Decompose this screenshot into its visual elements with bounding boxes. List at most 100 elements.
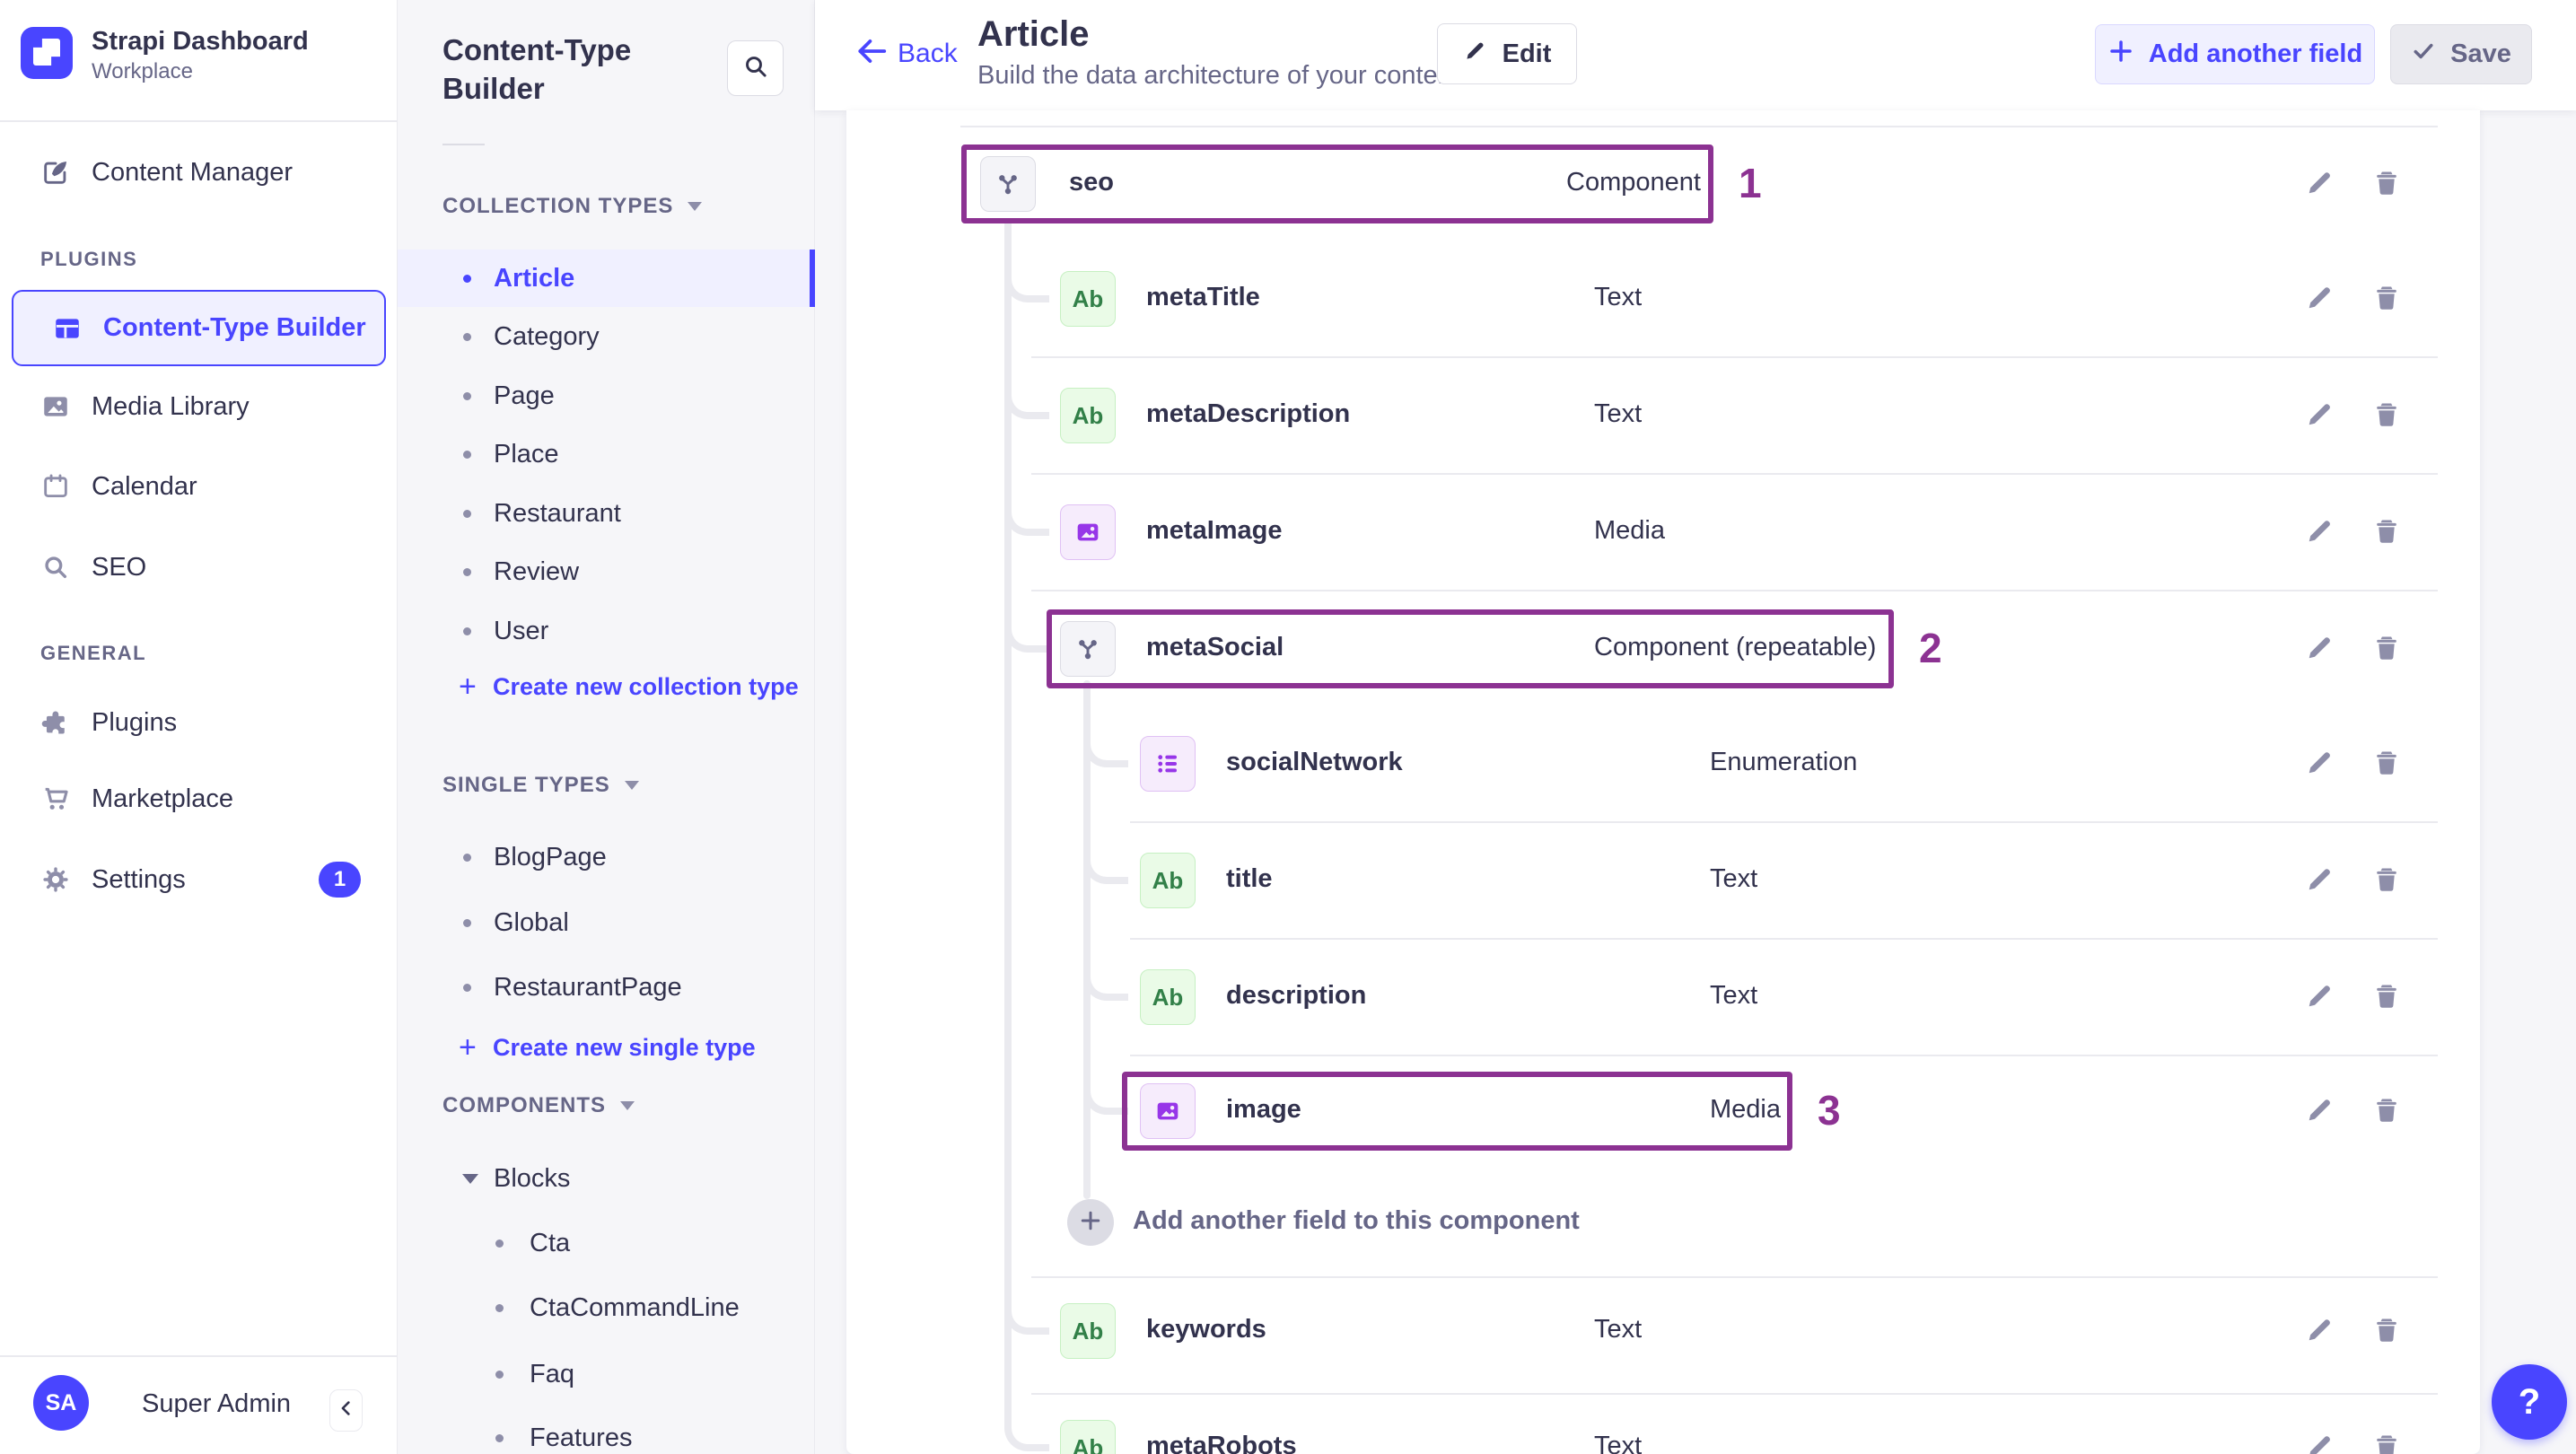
text-field-icon-glyph: Ab: [1072, 1317, 1104, 1345]
components-header[interactable]: COMPONENTS: [442, 1093, 635, 1118]
sidebar-item-content-type-builder[interactable]: Content-Type Builder: [12, 290, 386, 366]
edit-field-button[interactable]: [2302, 631, 2338, 667]
edit-field-button[interactable]: [2302, 281, 2338, 317]
create-new-collection-type-link[interactable]: + Create new collection type: [398, 660, 815, 714]
delete-field-button[interactable]: [2369, 863, 2405, 898]
text-field-icon-glyph: Ab: [1152, 983, 1184, 1011]
component-group-blocks[interactable]: Blocks: [398, 1150, 815, 1207]
bullet-icon: [463, 567, 471, 576]
delete-field-button[interactable]: [2369, 281, 2405, 317]
bullet-icon: [495, 1370, 504, 1379]
sidebar-item-review[interactable]: Review: [398, 543, 815, 600]
help-button[interactable]: ?: [2492, 1364, 2567, 1440]
delete-field-button[interactable]: [2369, 979, 2405, 1015]
text-field-icon-glyph: Ab: [1072, 1433, 1104, 1454]
single-types-header[interactable]: SINGLE TYPES: [442, 773, 639, 798]
collection-types-header[interactable]: COLLECTION TYPES: [442, 194, 703, 219]
trash-icon: [2370, 1430, 2403, 1454]
tree-connector-elbow: [1004, 1403, 1049, 1451]
chevron-down-icon: [688, 202, 703, 211]
tree-connector-elbow: [1004, 604, 1049, 653]
delete-field-button[interactable]: [2369, 631, 2405, 667]
delete-field-button[interactable]: [2369, 746, 2405, 782]
field-type: Media: [1594, 516, 1665, 545]
pencil-icon: [2304, 746, 2336, 783]
main-sidebar: Strapi Dashboard Workplace Content Manag…: [0, 0, 398, 1454]
settings-notification-badge: 1: [319, 862, 361, 898]
delete-field-button[interactable]: [2369, 1313, 2405, 1349]
edit-field-button[interactable]: [2302, 746, 2338, 782]
sidebar-item-calendar[interactable]: Calendar: [0, 456, 398, 517]
user-name: Super Admin: [142, 1389, 292, 1418]
delete-field-button[interactable]: [2369, 398, 2405, 434]
sidebar-item-blogpage[interactable]: BlogPage: [398, 828, 815, 886]
trash-icon: [2370, 746, 2403, 783]
annotation-box-3: [1122, 1072, 1792, 1151]
delete-field-button[interactable]: [2369, 1093, 2405, 1129]
sidebar-item-media-library[interactable]: Media Library: [0, 376, 398, 437]
sidebar-item-faq[interactable]: Faq: [398, 1345, 815, 1403]
ctb-title-divider: [442, 144, 485, 145]
sidebar-item-restaurant[interactable]: Restaurant: [398, 485, 815, 542]
sidebar-item-article[interactable]: Article: [398, 250, 815, 307]
pencil-icon: [2304, 1093, 2336, 1130]
edit-field-button[interactable]: [2302, 1430, 2338, 1454]
back-button[interactable]: Back: [854, 34, 958, 73]
text-field-icon: Ab: [1060, 1303, 1116, 1359]
seo-search-icon: [40, 552, 71, 582]
sidebar-item-ctacommandline[interactable]: CtaCommandLine: [398, 1279, 815, 1336]
row-divider: [1031, 356, 2438, 358]
bullet-icon: [463, 332, 471, 341]
add-another-field-button[interactable]: Add another field: [2095, 24, 2375, 84]
sidebar-item-seo[interactable]: SEO: [0, 537, 398, 598]
field-name: metaTitle: [1146, 283, 1260, 311]
save-button[interactable]: Save: [2390, 24, 2532, 84]
sidebar-item-features[interactable]: Features: [398, 1409, 815, 1454]
field-type: Enumeration: [1710, 748, 1858, 776]
sidebar-item-global[interactable]: Global: [398, 894, 815, 951]
bullet-icon: [495, 1239, 504, 1248]
sidebar-item-label: CtaCommandLine: [530, 1292, 740, 1322]
bullet-icon: [463, 983, 471, 992]
sidebar-item-restaurantpage[interactable]: RestaurantPage: [398, 959, 815, 1016]
edit-button[interactable]: Edit: [1437, 23, 1577, 84]
text-field-icon-glyph: Ab: [1152, 866, 1184, 894]
bullet-icon: [495, 1303, 504, 1312]
sidebar-item-plugins[interactable]: Plugins: [0, 692, 398, 753]
add-field-to-component-button[interactable]: [1067, 1199, 1114, 1246]
sidebar-item-user[interactable]: User: [398, 602, 815, 660]
delete-field-button[interactable]: [2369, 514, 2405, 550]
sidebar-item-place[interactable]: Place: [398, 425, 815, 483]
trash-icon: [2370, 514, 2403, 551]
media-library-icon: [40, 391, 71, 422]
row-divider: [1031, 1276, 2438, 1278]
sidebar-item-page[interactable]: Page: [398, 367, 815, 425]
delete-field-button[interactable]: [2369, 1430, 2405, 1454]
text-field-icon: Ab: [1140, 853, 1196, 908]
edit-field-button[interactable]: [2302, 1313, 2338, 1349]
search-button[interactable]: [727, 40, 784, 96]
edit-field-button[interactable]: [2302, 1093, 2338, 1129]
sidebar-item-label: Faq: [530, 1359, 574, 1388]
page-title: Article: [977, 14, 1090, 54]
sidebar-item-marketplace[interactable]: Marketplace: [0, 768, 398, 829]
sidebar-item-content-manager[interactable]: Content Manager: [0, 142, 398, 203]
sidebar-item-category[interactable]: Category: [398, 308, 815, 365]
add-field-to-component-label[interactable]: Add another field to this component: [1133, 1206, 1580, 1236]
collapse-sidebar-button[interactable]: [329, 1389, 363, 1432]
avatar[interactable]: SA: [33, 1375, 89, 1431]
edit-field-button[interactable]: [2302, 863, 2338, 898]
edit-field-button[interactable]: [2302, 166, 2338, 202]
chevron-down-icon: [624, 781, 639, 790]
edit-field-button[interactable]: [2302, 398, 2338, 434]
edit-field-button[interactable]: [2302, 979, 2338, 1015]
delete-field-button[interactable]: [2369, 166, 2405, 202]
sidebar-item-cta[interactable]: Cta: [398, 1214, 815, 1272]
sidebar-item-label: Features: [530, 1423, 633, 1452]
sidebar-item-label: Cta: [530, 1228, 571, 1257]
create-new-single-type-link[interactable]: + Create new single type: [398, 1020, 815, 1074]
trash-icon: [2370, 398, 2403, 434]
strapi-logo-glyph: [33, 39, 60, 66]
row-divider: [1130, 821, 2438, 823]
edit-field-button[interactable]: [2302, 514, 2338, 550]
